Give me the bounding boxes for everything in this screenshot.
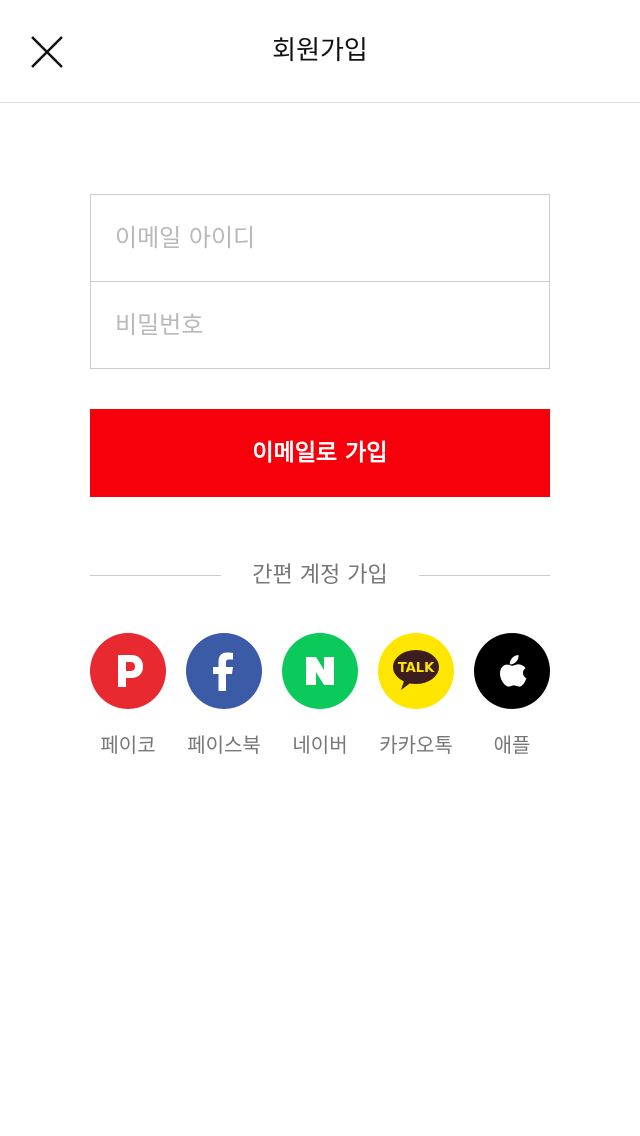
apple-circle	[474, 633, 550, 709]
signup-form	[90, 194, 550, 369]
naver-icon	[306, 657, 334, 685]
social-signup-divider: 간편 계정 가입	[90, 556, 550, 596]
facebook-circle	[186, 633, 262, 709]
header: 회원가입	[0, 0, 640, 103]
apple-icon	[500, 655, 527, 687]
email-signup-button[interactable]: 이메일로 가입	[90, 409, 550, 497]
naver-button[interactable]: 네이버	[282, 633, 358, 773]
apple-label: 애플	[493, 733, 531, 757]
social-signup-title: 간편 계정 가입	[252, 563, 388, 588]
kakaotalk-icon: TALK	[393, 650, 439, 690]
payco-icon	[118, 655, 143, 687]
divider-line-right	[419, 575, 550, 576]
password-field[interactable]	[91, 282, 549, 368]
facebook-button[interactable]: 페이스북	[186, 633, 262, 773]
naver-circle	[282, 633, 358, 709]
social-buttons: 페이코 페이스북 네이버 TALK 카카오톡 애플	[90, 633, 550, 773]
kakaotalk-button[interactable]: TALK 카카오톡	[378, 633, 454, 773]
payco-button[interactable]: 페이코	[90, 633, 166, 773]
email-field[interactable]	[91, 195, 549, 281]
kakaotalk-circle: TALK	[378, 633, 454, 709]
facebook-icon	[213, 652, 233, 691]
page-title: 회원가입	[272, 36, 368, 66]
payco-circle	[90, 633, 166, 709]
svg-text:TALK: TALK	[398, 661, 435, 676]
close-button[interactable]	[26, 31, 68, 73]
close-icon	[31, 36, 63, 68]
apple-button[interactable]: 애플	[474, 633, 550, 773]
